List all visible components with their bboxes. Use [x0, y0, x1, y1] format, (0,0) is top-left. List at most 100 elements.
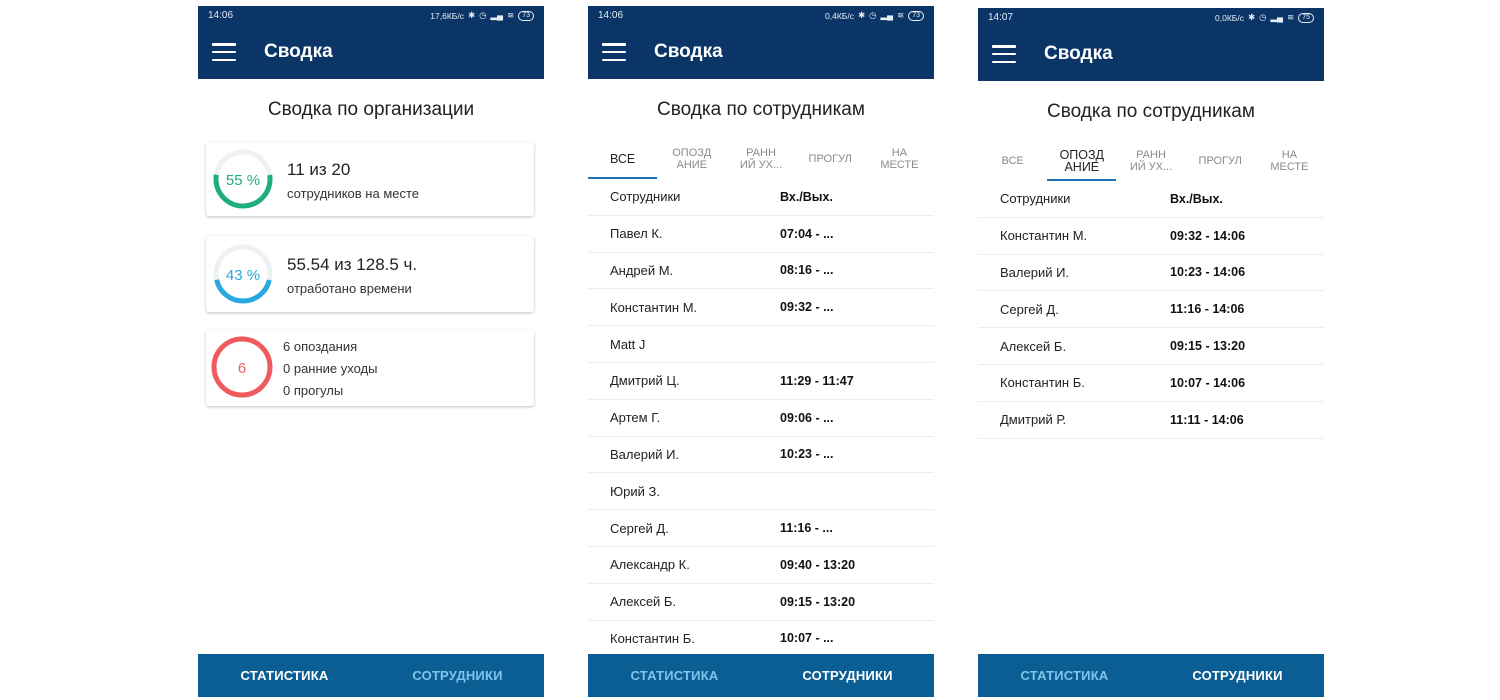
employee-name: Александр К. [610, 557, 690, 573]
table-row[interactable]: Артем Г. 09:06 - ... [588, 400, 934, 437]
table-row[interactable]: Сергей Д. 11:16 - ... [588, 510, 934, 547]
employee-name: Константин Б. [1000, 375, 1085, 391]
tab-early-leave[interactable]: РАНН ИЙ УХ... [1116, 141, 1185, 181]
table-row[interactable]: Валерий И. 10:23 - ... [588, 437, 934, 474]
filter-tabs: ВСЕ ОПОЗД АНИЕ РАНН ИЙ УХ... ПРОГУЛ НА М… [588, 139, 934, 179]
table-row[interactable]: Дмитрий Р. 11:11 - 14:06 [978, 402, 1324, 439]
employee-name: Дмитрий Ц. [610, 373, 680, 389]
phone-screen-employees-all: 14:06 0,4КБ/с ✱ ◷ ▂▄ ≋ 73 Сводка Сводка … [588, 6, 934, 697]
present-count: 11 из 20 [287, 160, 351, 179]
nav-statistics[interactable]: СТАТИСТИКА [978, 654, 1151, 697]
employee-time: 09:40 - 13:20 [780, 557, 856, 572]
nav-employees[interactable]: СОТРУДНИКИ [1151, 654, 1324, 697]
table-row[interactable]: Сергей Д. 11:16 - 14:06 [978, 291, 1324, 329]
employee-name: Юрий З. [610, 483, 660, 499]
signal-icon: ▂▄ [1270, 12, 1284, 22]
nav-employees[interactable]: СОТРУДНИКИ [761, 654, 934, 697]
nav-statistics[interactable]: СТАТИСТИКА [198, 654, 371, 697]
table-row[interactable]: Александр К. 09:40 - 13:20 [588, 547, 934, 584]
employee-time: 11:16 - ... [780, 521, 833, 536]
employee-name: Константин М. [1000, 228, 1088, 244]
screen-title: Сводка по сотрудникам [1047, 101, 1255, 122]
table-row[interactable]: Андрей М. 08:16 - ... [588, 253, 934, 290]
employee-time: 09:06 - ... [780, 410, 834, 425]
employee-time: 09:32 - 14:06 [1170, 228, 1246, 243]
ring-label: 55 % [226, 172, 260, 189]
tab-absence[interactable]: ПРОГУЛ [1186, 141, 1255, 181]
table-row[interactable]: Константин Б. 10:07 - 14:06 [978, 365, 1324, 402]
employee-time: 10:07 - 14:06 [1170, 375, 1246, 390]
employee-name: Валерий И. [1000, 264, 1070, 280]
employee-name: Алексей Б. [1000, 338, 1067, 354]
nav-employees[interactable]: СОТРУДНИКИ [371, 654, 544, 697]
table-row[interactable]: Matt J [588, 326, 934, 363]
alarm-icon: ◷ [479, 10, 487, 20]
status-bar: 14:06 0,4КБ/с ✱ ◷ ▂▄ ≋ 73 [588, 6, 934, 25]
status-time: 14:06 [598, 10, 624, 21]
employee-name: Matt J [610, 336, 646, 352]
table-row[interactable]: Валерий И. 10:23 - 14:06 [978, 255, 1324, 292]
app-title: Сводка [654, 41, 723, 62]
alarm-icon: ◷ [869, 10, 877, 20]
employee-name: Артем Г. [610, 410, 661, 426]
summary-card-present[interactable]: 55 % 11 из 20 сотрудников на месте [206, 142, 534, 216]
status-indicators: 0,4КБ/с ✱ ◷ ▂▄ ≋ 73 [825, 10, 924, 21]
hamburger-menu-icon[interactable] [992, 45, 1016, 63]
hamburger-menu-icon[interactable] [212, 43, 236, 61]
tab-all[interactable]: ВСЕ [588, 139, 658, 179]
tab-present[interactable]: НА МЕСТЕ [865, 139, 934, 179]
early-leave-count: 0 ранние уходы [283, 361, 378, 376]
employee-time: 10:23 - ... [780, 447, 834, 462]
bottom-nav: СТАТИСТИКА СОТРУДНИКИ [198, 654, 544, 697]
nav-statistics[interactable]: СТАТИСТИКА [588, 654, 761, 697]
progress-ring-violations: 6 [211, 336, 273, 398]
ring-label: 43 % [226, 267, 260, 284]
status-time: 14:06 [208, 10, 234, 21]
phone-screen-organization: 14:06 17,6КБ/с ✱ ◷ ▂▄ ≋ 73 Сводка Сводка… [198, 6, 544, 697]
status-bar: 14:07 0,0КБ/с ✱ ◷ ▂▄ ≋ 75 [978, 8, 1324, 27]
table-row[interactable]: Константин Б. 10:07 - ... [588, 621, 934, 658]
summary-card-hours[interactable]: 43 % 55.54 из 128.5 ч. отработано времен… [206, 236, 534, 312]
bottom-nav: СТАТИСТИКА СОТРУДНИКИ [978, 654, 1324, 697]
phone-screen-employees-late: 14:07 0,0КБ/с ✱ ◷ ▂▄ ≋ 75 Сводка Сводка … [978, 8, 1324, 697]
wifi-icon: ≋ [1287, 12, 1295, 22]
employee-time: 09:15 - 13:20 [1170, 339, 1246, 354]
hamburger-menu-icon[interactable] [602, 43, 626, 61]
tab-early-leave[interactable]: РАНН ИЙ УХ... [726, 139, 795, 179]
table-row[interactable]: Алексей Б. 09:15 - 13:20 [978, 328, 1324, 365]
tab-late[interactable]: ОПОЗД АНИЕ [657, 139, 726, 179]
employee-name: Валерий И. [610, 446, 680, 462]
absence-count: 0 прогулы [283, 383, 344, 398]
alarm-icon: ◷ [1259, 12, 1267, 22]
tab-absence[interactable]: ПРОГУЛ [796, 139, 865, 179]
hours-worked: 55.54 из 128.5 ч. [287, 255, 418, 274]
table-row[interactable]: Алексей Б. 09:15 - 13:20 [588, 584, 934, 621]
tab-late[interactable]: ОПОЗД АНИЕ [1047, 141, 1117, 181]
tab-present[interactable]: НА МЕСТЕ [1255, 141, 1324, 181]
employee-name: Константин М. [610, 299, 698, 315]
table-row[interactable]: Дмитрий Ц. 11:29 - 11:47 [588, 363, 934, 400]
progress-ring-present: 55 % [213, 149, 273, 209]
progress-ring-hours: 43 % [213, 244, 273, 304]
employee-time: 11:11 - 14:06 [1170, 412, 1244, 427]
employee-time: 11:16 - 14:06 [1170, 302, 1245, 317]
ring-label: 6 [238, 360, 246, 377]
employee-time: 09:32 - ... [780, 300, 834, 315]
table-row[interactable]: Павел К. 07:04 - ... [588, 216, 934, 253]
table-row[interactable]: Юрий З. [588, 473, 934, 511]
screen-title: Сводка по организации [267, 99, 475, 120]
employee-time: 10:23 - 14:06 [1170, 265, 1246, 280]
battery-icon: 75 [1298, 12, 1314, 23]
tab-all[interactable]: ВСЕ [978, 141, 1047, 181]
employee-time: 08:16 - ... [780, 263, 834, 278]
bottom-nav: СТАТИСТИКА СОТРУДНИКИ [588, 654, 934, 697]
employee-time: 09:15 - 13:20 [780, 594, 856, 609]
employee-name: Павел К. [610, 226, 663, 242]
table-row[interactable]: Константин М. 09:32 - 14:06 [978, 218, 1324, 255]
employee-name: Андрей М. [610, 262, 674, 278]
signal-icon: ▂▄ [880, 10, 894, 20]
wifi-icon: ≋ [897, 10, 905, 20]
employee-time: 07:04 - ... [780, 226, 834, 241]
table-row[interactable]: Константин М. 09:32 - ... [588, 289, 934, 327]
summary-card-violations[interactable]: 6 6 опоздания 0 ранние уходы 0 прогулы [206, 330, 534, 406]
